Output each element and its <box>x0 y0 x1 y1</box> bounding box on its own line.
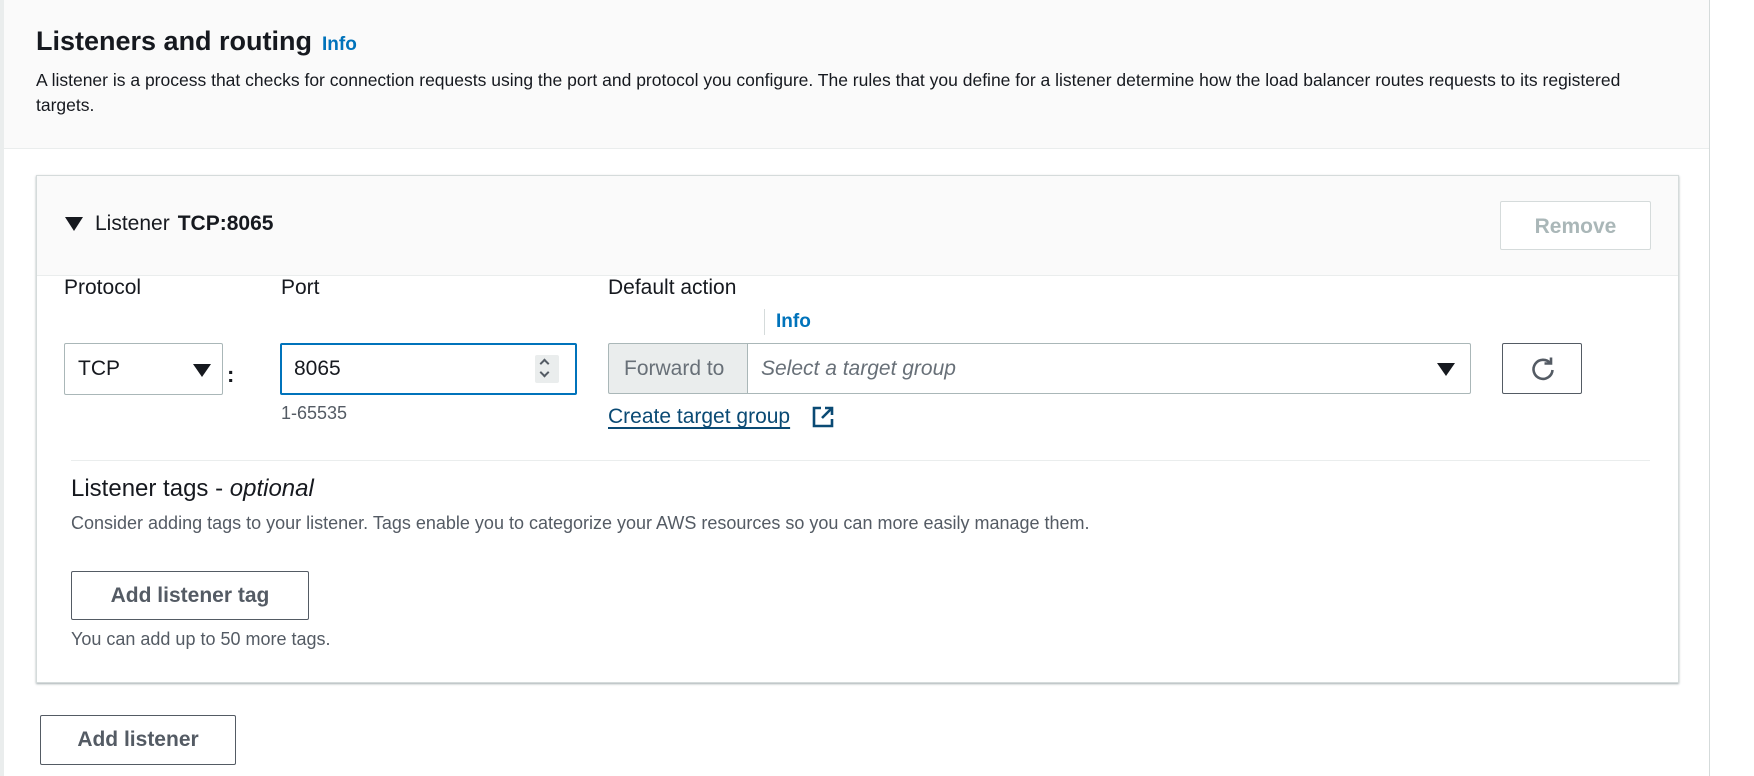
listener-tags-description: Consider adding tags to your listener. T… <box>71 513 1090 533</box>
tags-title-prefix: Listener tags - <box>71 475 230 502</box>
page-right-gutter <box>1709 0 1754 776</box>
refresh-icon <box>1532 357 1554 381</box>
listener-tags-title: Listener tags - optional <box>71 475 314 503</box>
default-action-label: Default action <box>608 276 737 299</box>
section-info-link[interactable]: Info <box>322 34 357 55</box>
forward-to-addon: Forward to <box>608 343 748 394</box>
section-title: Listeners and routing Info <box>36 26 357 57</box>
panel-header: Listeners and routing Info A listener is … <box>4 0 1709 149</box>
listeners-routing-panel: Listeners and routing Info A listener is … <box>0 0 1709 776</box>
triangle-down-icon <box>193 364 211 377</box>
page: Listeners and routing Info A listener is … <box>0 0 1754 776</box>
triangle-down-icon <box>1437 363 1455 376</box>
protocol-label: Protocol <box>64 276 142 299</box>
section-description: A listener is a process that checks for … <box>36 70 1621 115</box>
default-action-info-link[interactable]: Info <box>776 311 811 333</box>
create-target-group-link[interactable]: Create target group <box>608 405 790 429</box>
refresh-button[interactable] <box>1502 343 1582 394</box>
section-title-text: Listeners and routing <box>36 26 313 56</box>
external-link-icon[interactable] <box>811 405 835 429</box>
caret-down-icon[interactable] <box>65 217 83 231</box>
port-input[interactable] <box>280 343 577 395</box>
number-stepper-icon[interactable] <box>535 355 559 383</box>
tags-title-optional: optional <box>229 475 314 502</box>
target-group-select[interactable]: Select a target group <box>747 343 1471 394</box>
listener-card-header: Listener TCP:8065 Remove <box>37 176 1678 276</box>
protocol-select[interactable]: TCP <box>64 343 223 395</box>
port-hint: 1-65535 <box>281 403 348 423</box>
target-group-placeholder: Select a target group <box>761 357 956 380</box>
remove-button[interactable]: Remove <box>1500 201 1651 250</box>
listener-label: Listener <box>95 212 170 235</box>
port-label: Port <box>281 276 320 299</box>
tags-limit-hint: You can add up to 50 more tags. <box>71 629 331 649</box>
stepper-down-icon[interactable] <box>539 367 550 378</box>
section-divider <box>71 460 1650 461</box>
add-listener-tag-button[interactable]: Add listener tag <box>71 571 309 620</box>
label-divider <box>764 309 765 335</box>
add-listener-button[interactable]: Add listener <box>40 715 236 765</box>
protocol-port-separator: : <box>227 362 235 387</box>
protocol-value: TCP <box>78 357 120 380</box>
listener-name: TCP:8065 <box>177 212 274 235</box>
listener-title[interactable]: Listener TCP:8065 <box>95 212 273 236</box>
